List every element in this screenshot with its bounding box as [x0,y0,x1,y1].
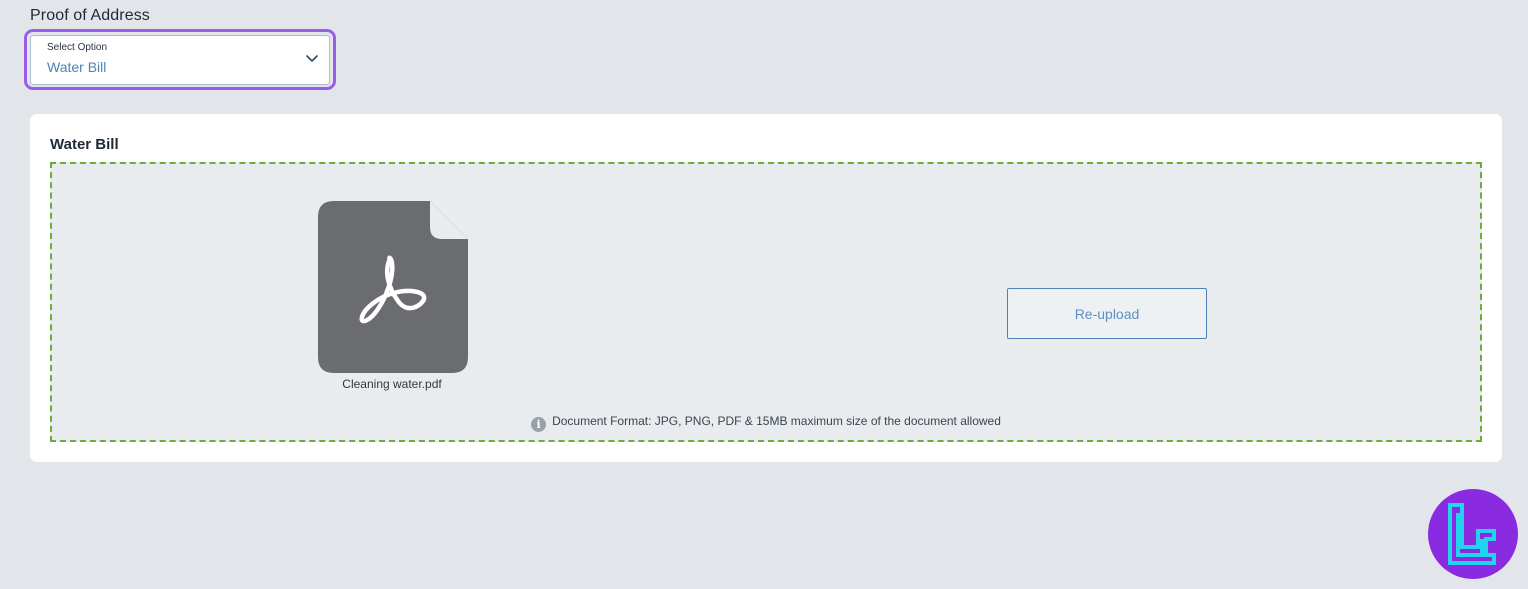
file-name: Cleaning water.pdf [342,377,442,391]
pdf-file-icon[interactable] [318,201,468,373]
document-type-select[interactable]: Select Option Water Bill [30,35,330,85]
brand-logo [1428,489,1518,579]
format-note: i Document Format: JPG, PNG, PDF & 15MB m… [52,414,1480,432]
reupload-button[interactable]: Re-upload [1007,288,1207,339]
section-title: Proof of Address [30,7,150,24]
chevron-down-icon [306,55,318,62]
info-icon: i [531,417,547,432]
format-note-text: Document Format: JPG, PNG, PDF & 15MB ma… [552,414,1001,428]
select-value: Water Bill [47,59,107,75]
select-caption: Select Option [47,42,108,53]
card-title: Water Bill [50,136,119,153]
upload-card: Water Bill Cleaning water.pdf Re-upload … [30,114,1502,462]
page: Proof of Address Select Option Water Bil… [0,0,1528,589]
upload-dropzone[interactable]: Cleaning water.pdf Re-upload i Document F… [50,162,1482,442]
